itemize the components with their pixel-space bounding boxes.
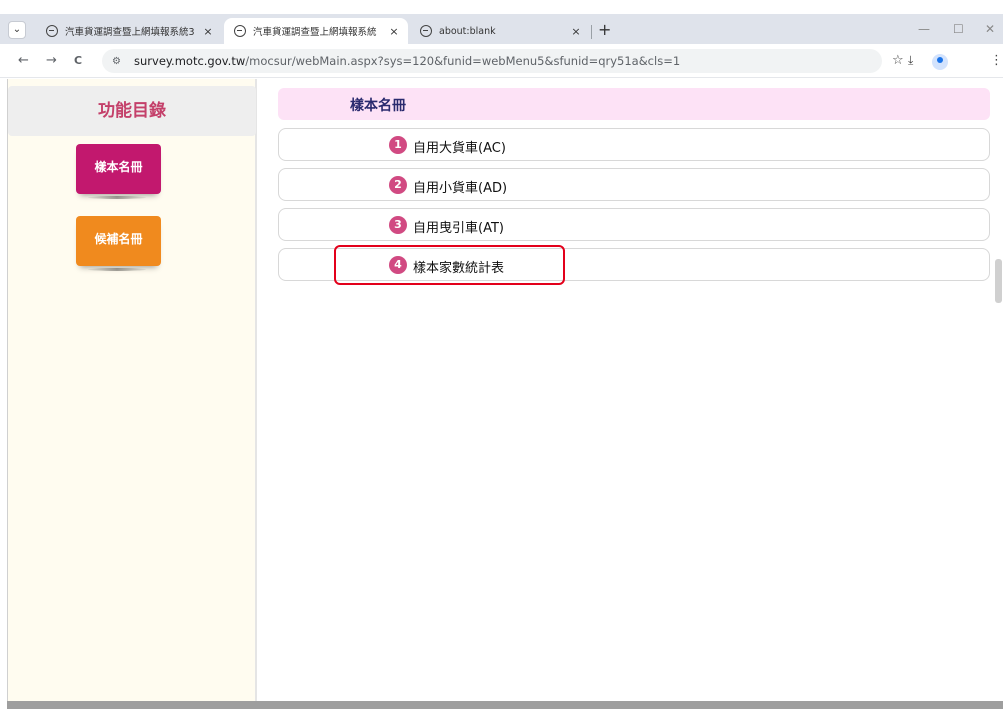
- tab-title: 汽車貨運調查暨上網填報系統: [253, 27, 377, 38]
- tab-title: 汽車貨運調查暨上網填報系統3: [65, 27, 195, 38]
- content-title: 樣本名冊: [350, 98, 406, 114]
- bottom-border: [7, 701, 1003, 709]
- list-item-at[interactable]: 3 自用曳引車(AT): [278, 208, 990, 241]
- list-item-ac[interactable]: 1 自用大貨車(AC): [278, 128, 990, 161]
- chevron-down-icon[interactable]: ⌄: [8, 21, 26, 39]
- globe-icon: [234, 25, 246, 37]
- close-icon[interactable]: ×: [386, 25, 402, 38]
- tab-survey-active[interactable]: 汽車貨運調查暨上網填報系統 ×: [224, 18, 408, 44]
- list-item-label[interactable]: 自用曳引車(AT): [413, 217, 504, 236]
- site-settings-icon[interactable]: ⚙: [112, 56, 126, 67]
- url-text: survey.motc.gov.tw/mocsur/webMain.aspx?s…: [134, 54, 680, 68]
- tab-title: about:blank: [439, 25, 496, 37]
- button-shadow: [88, 196, 146, 199]
- browser-window: ⌄ 汽車貨運調查暨上網填報系統3 × 汽車貨運調查暨上網填報系統 × about…: [0, 0, 1003, 709]
- tab-strip: ⌄ 汽車貨運調查暨上網填報系統3 × 汽車貨運調查暨上網填報系統 × about…: [0, 14, 1003, 44]
- number-badge-icon: 1: [389, 136, 407, 154]
- forward-button[interactable]: →: [46, 53, 57, 68]
- highlight-box: [334, 245, 565, 285]
- address-bar[interactable]: ⚙ survey.motc.gov.tw/mocsur/webMain.aspx…: [102, 49, 882, 73]
- number-badge-icon: 2: [389, 176, 407, 194]
- download-icon[interactable]: ⤓: [908, 53, 913, 68]
- address-toolbar: ← → C ⚙ survey.motc.gov.tw/mocsur/webMai…: [0, 44, 1003, 78]
- list-item-label[interactable]: 自用小貨車(AD): [413, 177, 507, 196]
- sidebar: 功能目錄 樣本名冊 候補名冊: [8, 79, 257, 704]
- scrollbar[interactable]: [995, 259, 1002, 303]
- button-shadow: [88, 268, 146, 271]
- minimize-button[interactable]: —: [918, 22, 930, 36]
- close-icon[interactable]: ×: [200, 25, 216, 38]
- sidebar-title: 功能目錄: [8, 86, 256, 136]
- main-content: 樣本名冊 1 自用大貨車(AC) 2 自用小貨車(AD) 3 自用曳引車(AT)…: [260, 79, 1003, 704]
- list-item-ad[interactable]: 2 自用小貨車(AD): [278, 168, 990, 201]
- back-button[interactable]: ←: [18, 53, 29, 68]
- url-host: survey.motc.gov.tw: [134, 54, 246, 68]
- profile-avatar-icon[interactable]: [932, 54, 948, 70]
- tab-survey-3[interactable]: 汽車貨運調查暨上網填報系統3 ×: [36, 18, 222, 44]
- content-header: 樣本名冊: [278, 88, 990, 120]
- more-menu-icon[interactable]: ⋮: [990, 53, 1003, 68]
- tab-separator: [591, 25, 592, 39]
- globe-icon: [46, 25, 58, 37]
- maximize-button[interactable]: ☐: [953, 22, 964, 36]
- backup-roster-button[interactable]: 候補名冊: [76, 216, 161, 266]
- sample-roster-button[interactable]: 樣本名冊: [76, 144, 161, 194]
- new-tab-button[interactable]: +: [598, 20, 611, 39]
- close-icon[interactable]: ×: [568, 25, 584, 38]
- list-item-label[interactable]: 自用大貨車(AC): [413, 137, 506, 156]
- bookmark-star-icon[interactable]: ☆: [892, 53, 904, 68]
- url-path: /mocsur/webMain.aspx?sys=120&funid=webMe…: [245, 54, 681, 68]
- tab-about-blank[interactable]: about:blank ×: [410, 18, 590, 44]
- number-badge-icon: 3: [389, 216, 407, 234]
- reload-button[interactable]: C: [74, 54, 82, 67]
- window-close-button[interactable]: ✕: [985, 22, 995, 36]
- page-viewport: 功能目錄 樣本名冊 候補名冊 樣本名冊 1 自用大貨車(AC) 2 自用小貨車(…: [7, 79, 1003, 709]
- globe-icon: [420, 25, 432, 37]
